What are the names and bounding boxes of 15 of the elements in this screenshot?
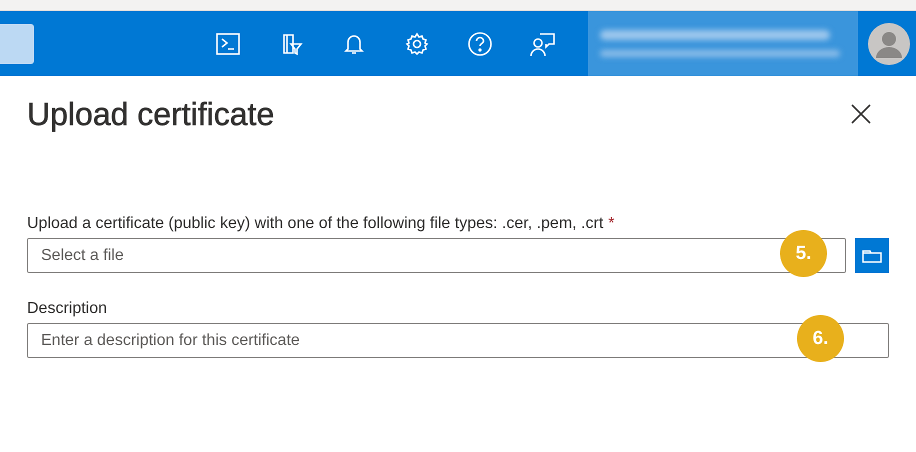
browse-button[interactable]: [855, 238, 889, 273]
settings-icon: [405, 32, 429, 56]
step-badge: 5.: [780, 230, 827, 277]
portal-tile[interactable]: [0, 24, 34, 64]
terminal-icon: [216, 32, 240, 54]
required-mark: *: [608, 215, 614, 232]
avatar-icon[interactable]: [868, 22, 910, 64]
help-button[interactable]: [466, 30, 494, 58]
field-label: Upload a certificate (public key) with one of the following file types: .cer, .pem, .crt *: [27, 215, 616, 233]
field-label: Description: [27, 300, 108, 318]
folder-icon: [862, 248, 882, 263]
help-icon: [467, 30, 493, 56]
step-badge: 6.: [797, 315, 844, 362]
panel-title: Upload certificate: [27, 96, 274, 132]
feedback-icon: [530, 30, 556, 56]
